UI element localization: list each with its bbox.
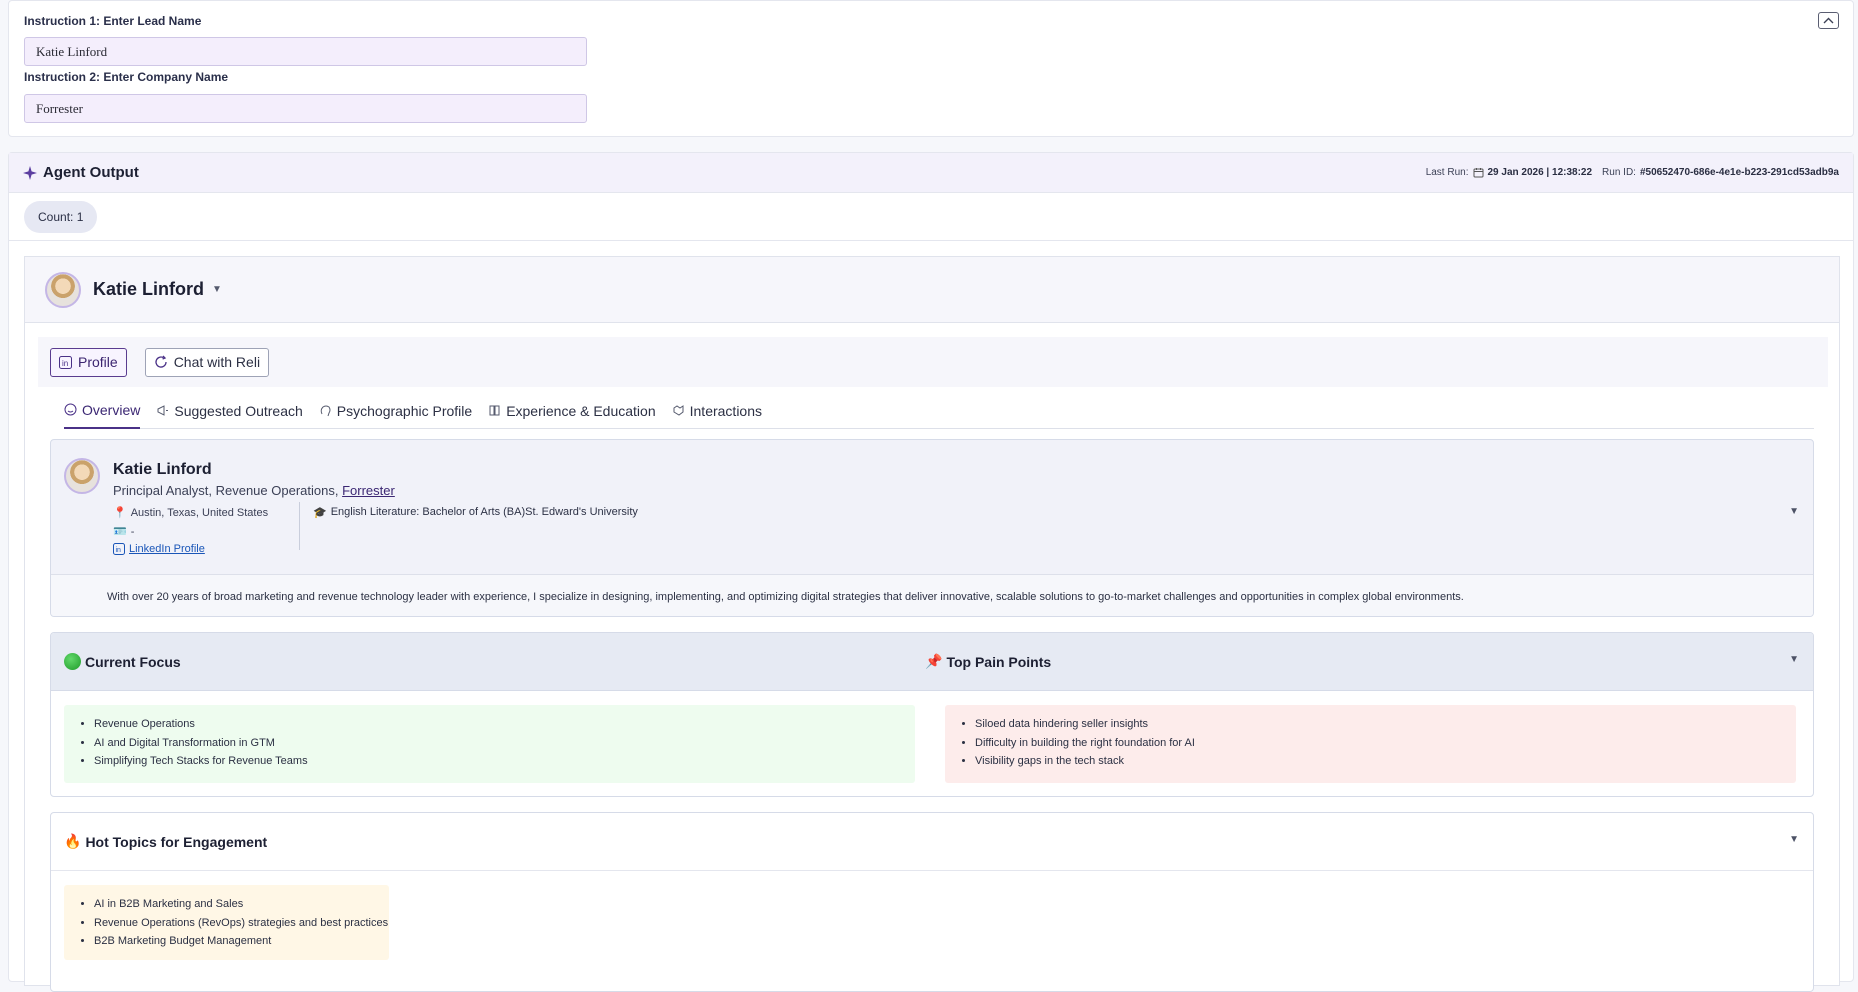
agent-output-header: Agent Output Last Run: 29 Jan 2026 | 12:…: [9, 153, 1853, 193]
subtab-psychographic-label: Psychographic Profile: [336, 402, 473, 419]
handshake-icon: [673, 405, 684, 416]
list-item: Revenue Operations: [94, 715, 915, 734]
overview-card: Katie Linford Principal Analyst, Revenue…: [50, 439, 1814, 617]
fire-icon: 🔥: [64, 833, 82, 849]
tab-chat[interactable]: Chat with Reli: [144, 347, 270, 377]
tab-chat-label: Chat with Reli: [173, 354, 261, 370]
hot-topics-box: AI in B2B Marketing and Sales Revenue Op…: [64, 885, 389, 960]
calendar-icon: [1473, 168, 1483, 178]
run-id-value: #50652470-686e-4e1e-b223-291cd53adb9a: [1639, 167, 1839, 178]
list-item: Difficulty in building the right foundat…: [975, 734, 1796, 753]
linkedin-icon: in: [113, 543, 125, 555]
count-row: Count: 1: [9, 193, 1853, 241]
sparkle-icon: [23, 165, 37, 180]
chat-refresh-icon: [155, 355, 167, 368]
avatar: [45, 271, 81, 308]
company-name-input[interactable]: Forrester: [24, 94, 587, 123]
subtab-experience[interactable]: Experience & Education: [488, 393, 656, 429]
tab-profile-label: Profile: [78, 354, 118, 370]
linkedin-row: in LinkedIn Profile: [113, 543, 205, 555]
lead-name: Katie Linford: [93, 279, 204, 299]
caret-down-icon[interactable]: ▼: [1789, 506, 1799, 517]
current-focus-title: Current Focus: [85, 653, 181, 670]
location-text: Austin, Texas, United States: [130, 506, 269, 519]
divider: [299, 502, 300, 550]
hot-topics-card: 🔥 Hot Topics for Engagement ▼ AI in B2B …: [50, 812, 1814, 992]
overview-job-title: Principal Analyst, Revenue Operations,: [113, 483, 339, 498]
email-text: -: [130, 525, 135, 538]
list-item: AI in B2B Marketing and Sales: [94, 895, 389, 914]
chevron-up-icon: [1823, 17, 1834, 24]
education-row: 🎓 English Literature: Bachelor of Arts (…: [313, 506, 638, 519]
email-row: 🪪 -: [113, 525, 135, 539]
lead-card: Katie Linford ▼ in Profile Chat with Rel…: [24, 256, 1840, 992]
overview-summary: With over 20 years of broad marketing an…: [51, 574, 1813, 616]
hot-topics-header[interactable]: 🔥 Hot Topics for Engagement ▼: [51, 813, 1813, 871]
subtab-suggested-outreach[interactable]: Suggested Outreach: [156, 393, 303, 429]
education-text: English Literature: Bachelor of Arts (BA…: [330, 506, 638, 518]
subtab-interactions-label: Interactions: [689, 402, 762, 419]
book-icon: [489, 405, 500, 416]
hot-topics-title: Hot Topics for Engagement: [85, 833, 268, 850]
collapse-button[interactable]: [1818, 12, 1839, 29]
list-item: AI and Digital Transformation in GTM: [94, 734, 915, 753]
svg-text:in: in: [116, 547, 122, 554]
subtab-interactions[interactable]: Interactions: [672, 393, 762, 429]
last-run-value: 29 Jan 2026 | 12:38:22: [1487, 167, 1593, 178]
linkedin-icon: in: [59, 355, 72, 369]
caret-down-icon[interactable]: ▼: [1789, 654, 1799, 665]
list-item: B2B Marketing Budget Management: [94, 932, 389, 951]
list-item: Visibility gaps in the tech stack: [975, 752, 1796, 771]
overview-avatar: [64, 458, 100, 494]
overview-name: Katie Linford: [113, 461, 212, 478]
id-card-icon: 🪪: [113, 526, 127, 538]
green-circle-icon: [64, 653, 81, 670]
current-focus-box: Revenue Operations AI and Digital Transf…: [64, 705, 915, 783]
list-item: Revenue Operations (RevOps) strategies a…: [94, 914, 389, 933]
pain-points-box: Siloed data hindering seller insights Di…: [945, 705, 1796, 783]
subtab-overview-label: Overview: [82, 401, 141, 418]
megaphone-icon: [157, 405, 169, 416]
focus-pain-header[interactable]: Current Focus 📌 Top Pain Points ▼: [51, 633, 1813, 691]
location-row: 📍 Austin, Texas, United States: [113, 506, 269, 520]
run-id-label: Run ID:: [1602, 167, 1636, 178]
tab-strip: in Profile Chat with Reli: [38, 337, 1828, 387]
current-focus-heading: Current Focus: [64, 653, 181, 670]
brain-icon: [320, 405, 331, 417]
list-item: Simplifying Tech Stacks for Revenue Team…: [94, 752, 915, 771]
tab-profile[interactable]: in Profile: [50, 347, 127, 377]
smile-icon: [64, 403, 77, 416]
subtab-overview[interactable]: Overview: [64, 393, 141, 429]
lead-name-label: Instruction 1: Enter Lead Name: [24, 14, 202, 28]
agent-output-title: Agent Output: [43, 164, 139, 181]
subtab-experience-label: Experience & Education: [506, 402, 656, 419]
lead-header[interactable]: Katie Linford ▼: [25, 257, 1839, 323]
pushpin-icon: 📌: [925, 653, 943, 669]
svg-text:in: in: [62, 359, 68, 368]
subtab-suggested-outreach-label: Suggested Outreach: [174, 402, 303, 419]
subtabs: Overview Suggested Outreach Psychographi…: [64, 393, 1814, 429]
pain-points-title: Top Pain Points: [946, 653, 1052, 670]
company-name-label: Instruction 2: Enter Company Name: [24, 70, 229, 84]
caret-down-icon[interactable]: ▼: [212, 284, 222, 295]
list-item: Siloed data hindering seller insights: [975, 715, 1796, 734]
run-meta: Last Run: 29 Jan 2026 | 12:38:22 Run ID:…: [1426, 167, 1839, 178]
instructions-panel: Instruction 1: Enter Lead Name Katie Lin…: [8, 0, 1854, 137]
linkedin-profile-link[interactable]: LinkedIn Profile: [129, 543, 205, 555]
pain-points-heading: 📌 Top Pain Points: [925, 653, 1051, 670]
hot-topics-heading: 🔥 Hot Topics for Engagement: [64, 833, 267, 850]
graduation-cap-icon: 🎓: [313, 507, 327, 519]
count-badge: Count: 1: [24, 201, 98, 233]
agent-output-panel: Agent Output Last Run: 29 Jan 2026 | 12:…: [8, 152, 1854, 992]
focus-pain-card: Current Focus 📌 Top Pain Points ▼ Revenu…: [50, 632, 1814, 797]
overview-title: Principal Analyst, Revenue Operations, F…: [113, 483, 395, 498]
subtab-psychographic[interactable]: Psychographic Profile: [319, 393, 472, 429]
caret-down-icon[interactable]: ▼: [1789, 834, 1799, 845]
lead-name-input[interactable]: Katie Linford: [24, 37, 587, 66]
company-link[interactable]: Forrester: [342, 483, 395, 498]
pin-icon: 📍: [113, 507, 127, 519]
last-run-label: Last Run:: [1425, 167, 1469, 178]
